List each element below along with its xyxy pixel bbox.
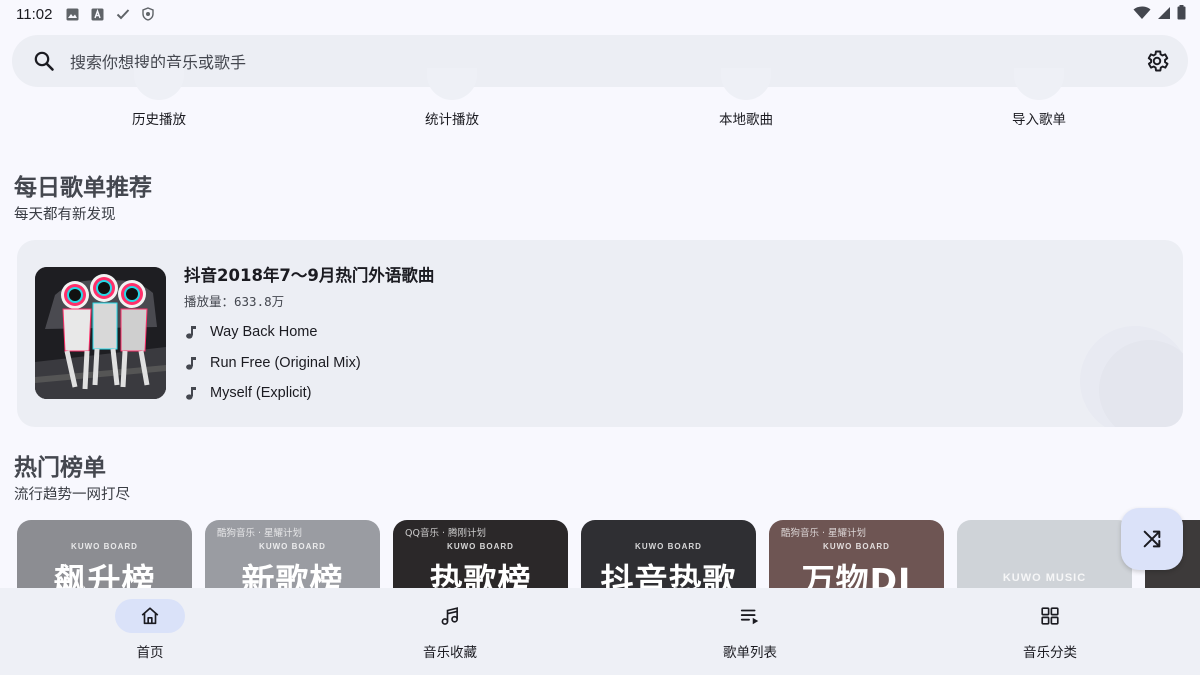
quick-action-import[interactable]: 导入歌单 — [979, 68, 1099, 128]
nav-playlists[interactable]: 歌单列表 — [600, 588, 900, 675]
song-item[interactable]: Way Back Home — [184, 321, 317, 343]
chart-card[interactable]: KUWO MUSIC — [957, 520, 1132, 588]
chart-card[interactable]: KUWO BOARD 飙升榜 — [17, 520, 192, 588]
nav-indicator — [715, 599, 785, 633]
nav-label: 音乐收藏 — [423, 645, 477, 661]
nav-label: 首页 — [136, 645, 164, 661]
music-note-icon — [186, 387, 196, 400]
daily-playlist-card[interactable]: 抖音2018年7～9月热门外语歌曲 播放量：633.8万 Way Back Ho… — [17, 240, 1183, 427]
nav-categories[interactable]: 音乐分类 — [900, 588, 1200, 675]
music-note-icon — [186, 326, 196, 339]
quick-action-label: 历史播放 — [132, 112, 186, 128]
playlist-title[interactable]: 抖音2018年7～9月热门外语歌曲 — [184, 262, 434, 286]
search-bar[interactable]: 搜索你想搜的音乐或歌手 — [12, 35, 1188, 87]
search-icon[interactable] — [32, 49, 56, 73]
hot-section-subtitle: 流行趋势一网打尽 — [14, 487, 130, 503]
shuffle-button[interactable] — [1121, 508, 1183, 570]
quick-action-history[interactable]: 历史播放 — [99, 68, 219, 128]
playlist-icon — [740, 609, 759, 625]
chart-tag: KUWO BOARD — [447, 542, 514, 551]
home-icon — [141, 607, 159, 625]
music-collection-icon — [441, 607, 458, 625]
quick-action-stats[interactable]: 统计播放 — [392, 68, 512, 128]
shuffle-icon — [1143, 530, 1161, 548]
chart-tag: KUWO BOARD — [823, 542, 890, 551]
wifi-icon — [1133, 6, 1151, 19]
nav-home[interactable]: 首页 — [0, 588, 300, 675]
chart-name: 热歌榜 — [429, 561, 532, 588]
quick-action-label: 导入歌单 — [1012, 112, 1066, 128]
chart-list: KUWO BOARD 飙升榜 酷狗音乐 · 星耀计划 KUWO BOARD 新歌… — [17, 520, 1200, 588]
daily-section-title: 每日歌单推荐 — [14, 175, 152, 201]
nav-music-collection[interactable]: 音乐收藏 — [300, 588, 600, 675]
nav-indicator — [1015, 599, 1085, 633]
chart-name: 飙升榜 — [53, 561, 156, 588]
chart-brand: 酷狗音乐 · 星耀计划 — [217, 528, 303, 539]
chart-tag: KUWO BOARD — [259, 542, 326, 551]
chart-name: 抖音热歌 — [600, 561, 737, 588]
battery-icon — [1177, 5, 1186, 20]
status-time: 11:02 — [16, 5, 53, 23]
hot-section-title: 热门榜单 — [14, 455, 106, 481]
check-icon — [117, 9, 130, 20]
system-status-icons — [1133, 5, 1186, 20]
song-item[interactable]: Myself (Explicit) — [184, 382, 312, 404]
nav-label: 歌单列表 — [723, 645, 777, 661]
gear-icon[interactable] — [1144, 48, 1170, 74]
font-icon — [91, 8, 104, 20]
chart-name: 万物DJ — [801, 561, 912, 588]
song-title: Myself (Explicit) — [210, 385, 312, 401]
daily-section-subtitle: 每天都有新发现 — [14, 207, 116, 223]
chart-tag: KUWO BOARD — [635, 542, 702, 551]
chart-brand: QQ音乐 · 腾刚计划 — [405, 528, 487, 539]
music-note-icon — [186, 357, 196, 370]
status-bar: 11:02 — [0, 0, 1200, 28]
chart-card[interactable]: QQ音乐 · 腾刚计划 KUWO BOARD 热歌榜 — [393, 520, 568, 588]
playlist-cover[interactable] — [35, 267, 166, 399]
song-title: Way Back Home — [210, 324, 318, 340]
playlist-cover-art — [35, 267, 166, 399]
nav-indicator — [415, 599, 485, 633]
song-title: Run Free (Original Mix) — [210, 355, 361, 371]
shield-icon — [142, 7, 155, 21]
category-icon — [1041, 607, 1059, 625]
image-icon — [66, 8, 79, 20]
chart-tag: KUWO BOARD — [71, 542, 138, 551]
notification-icons — [66, 7, 155, 21]
quick-actions: 历史播放 统计播放 本地歌曲 导入歌单 — [0, 68, 1200, 130]
quick-action-label: 统计播放 — [425, 112, 479, 128]
nav-label: 音乐分类 — [1023, 645, 1077, 661]
bottom-navigation: 首页 音乐收藏 歌单列表 音乐分类 — [0, 588, 1200, 675]
chart-card[interactable]: KUWO BOARD 抖音热歌 — [581, 520, 756, 588]
quick-action-label: 本地歌曲 — [719, 112, 773, 128]
playlist-play-count: 播放量：633.8万 — [184, 294, 285, 309]
chart-card[interactable]: 酷狗音乐 · 星耀计划 KUWO BOARD 万物DJ — [769, 520, 944, 588]
quick-action-local[interactable]: 本地歌曲 — [686, 68, 806, 128]
chart-brand: 酷狗音乐 · 星耀计划 — [781, 528, 867, 539]
signal-icon — [1158, 6, 1170, 19]
search-input[interactable]: 搜索你想搜的音乐或歌手 — [70, 49, 1144, 73]
chart-name: 新歌榜 — [241, 561, 344, 588]
chart-card[interactable]: 酷狗音乐 · 星耀计划 KUWO BOARD 新歌榜 — [205, 520, 380, 588]
chart-tag: KUWO MUSIC — [1002, 572, 1087, 584]
nav-indicator — [115, 599, 185, 633]
song-item[interactable]: Run Free (Original Mix) — [184, 352, 361, 374]
